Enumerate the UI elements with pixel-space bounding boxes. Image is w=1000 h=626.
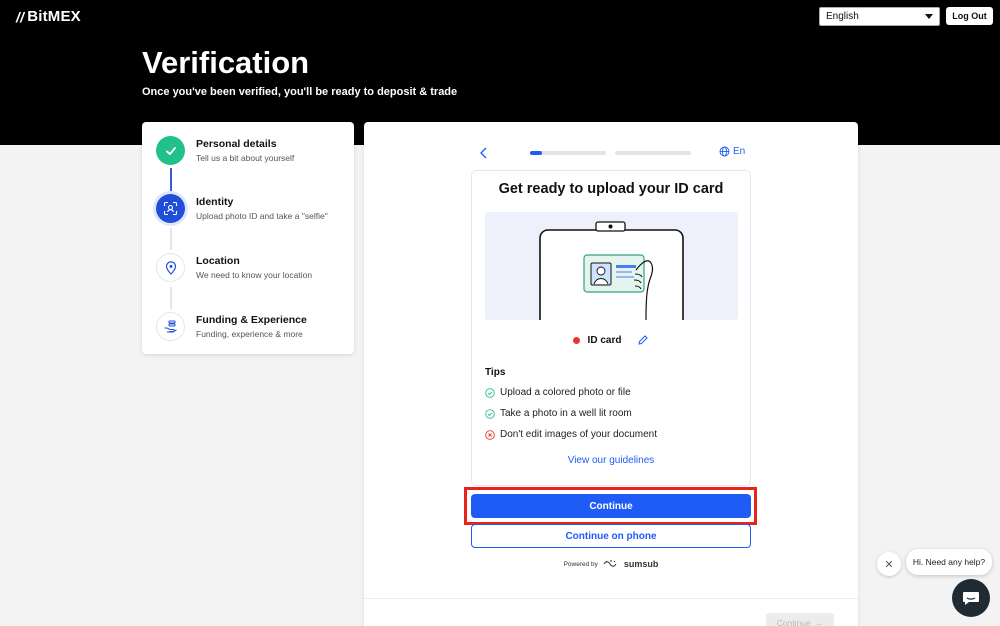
step-title: Location [196,255,240,267]
document-type-label: ID card [587,334,622,346]
id-card-illustration [485,212,738,320]
location-pin-icon [156,253,185,282]
continue-button[interactable]: Continue [471,494,751,518]
footer-continue-button: Continue → [766,613,834,626]
tip-item: Take a photo in a well lit room [485,408,632,419]
tip-text: Take a photo in a well lit room [500,408,632,419]
step-title: Personal details [196,138,277,150]
verification-steps: Personal details Tell us a bit about you… [142,122,354,354]
document-instructions: Get ready to upload your ID card ID card [471,170,751,486]
step-connector [170,168,172,191]
step-description: Tell us a bit about yourself [196,153,295,163]
footer-continue-label: Continue [776,618,811,626]
bitmex-logo[interactable]: // BitMEX [16,8,81,25]
globe-icon [719,146,730,157]
powered-by-sumsub: Powered by sumsub [364,559,858,569]
footer-divider [364,598,858,599]
brand-name: BitMEX [27,8,81,25]
tips-title: Tips [485,367,506,378]
language-selected-value: English [826,11,859,22]
funding-hand-icon [156,312,185,341]
check-icon [156,136,185,165]
powered-by-label: Powered by [563,560,598,568]
page-title: Verification [142,45,310,80]
step-description: Upload photo ID and take a "selfie" [196,211,328,221]
step-title: Funding & Experience [196,314,307,326]
x-circle-icon [485,429,495,440]
chat-prompt[interactable]: Hi. Need any help? [906,549,992,575]
progress-fill [530,151,542,155]
sumsub-logo-icon [603,560,617,567]
step-location[interactable]: Location We need to know your location [156,253,312,282]
bitmex-mark-icon: // [16,8,25,25]
step-description: We need to know your location [196,270,313,280]
check-circle-icon [485,387,495,398]
language-select[interactable]: English [819,7,940,26]
arrow-right-icon: → [814,618,824,626]
step-connector [170,287,172,309]
edit-pencil-icon[interactable] [637,334,649,346]
check-circle-icon [485,408,495,419]
step-connector [170,228,172,250]
language-code: En [733,146,746,157]
step-identity[interactable]: Identity Upload photo ID and take a "sel… [156,194,328,223]
sumsub-brand: sumsub [623,559,659,569]
continue-on-phone-button[interactable]: Continue on phone [471,524,751,548]
progress-step-2 [615,151,691,155]
tip-text: Upload a colored photo or file [500,387,631,398]
instructions-title: Get ready to upload your ID card [498,181,724,197]
back-chevron-icon[interactable] [478,146,490,160]
logout-button[interactable]: Log Out [946,7,993,25]
id-upload-panel: En Get ready to upload your ID card ID c… [364,122,858,626]
tip-item: Don't edit images of your document [485,429,657,440]
face-scan-icon [156,194,185,223]
caret-down-icon [925,14,933,19]
document-type-row: ID card [472,334,750,346]
step-title: Identity [196,196,234,208]
language-switcher[interactable]: En [719,146,745,157]
tip-text: Don't edit images of your document [500,429,657,440]
view-guidelines-link[interactable]: View our guidelines [472,455,750,466]
step-funding-experience[interactable]: Funding & Experience Funding, experience… [156,312,307,341]
chat-icon [963,592,979,605]
chat-launcher-button[interactable] [952,579,990,617]
progress-step-1 [530,151,606,155]
step-personal-details[interactable]: Personal details Tell us a bit about you… [156,136,294,165]
tip-item: Upload a colored photo or file [485,387,631,398]
status-dot [572,336,580,344]
chat-close-button[interactable]: ✕ [877,552,901,576]
page-subtitle: Once you've been verified, you'll be rea… [142,86,458,98]
step-description: Funding, experience & more [196,329,303,339]
